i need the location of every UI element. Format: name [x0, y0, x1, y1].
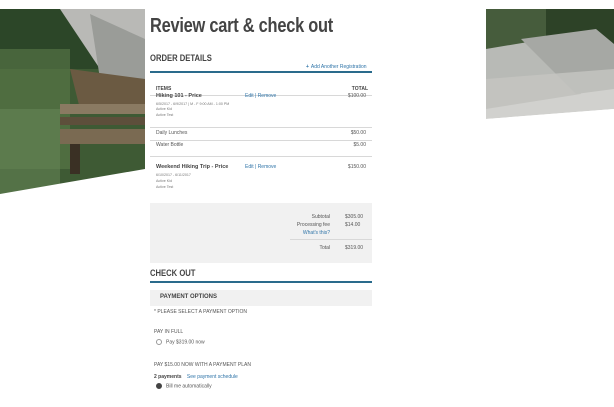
hero-photo-right: [486, 9, 614, 223]
table-divider: [150, 156, 372, 157]
item-participant: Active Kid: [156, 107, 172, 111]
addon-price: $50.00: [350, 130, 366, 136]
payment-options-heading: PAYMENT OPTIONS: [160, 294, 218, 300]
summary-divider: [290, 239, 372, 240]
add-registration-link[interactable]: + Add Another Registration: [306, 64, 367, 70]
item-price: $100.00: [347, 93, 366, 99]
payment-count: 2 payments: [154, 374, 182, 380]
table-divider: [150, 127, 372, 128]
item-price: $150.00: [347, 164, 366, 170]
pay-in-full-option[interactable]: Pay $319.00 now: [156, 339, 205, 345]
item-participant-secondary: Active Test: [156, 185, 174, 189]
total-label: Total: [319, 245, 330, 251]
item-name: Weekend Hiking Trip - Price: [156, 164, 229, 170]
total-value: $319.00: [345, 245, 364, 251]
item-edit-remove-links[interactable]: Edit | Remove: [245, 164, 276, 170]
item-participant-secondary: Active Test: [156, 113, 174, 117]
see-payment-schedule-link[interactable]: See payment schedule: [187, 374, 238, 380]
plus-icon: +: [306, 64, 309, 70]
item-name: Hiking 101 - Price: [156, 93, 202, 99]
table-divider: [150, 140, 372, 141]
processing-fee-label: Processing fee: [296, 222, 330, 228]
radio-button-selected[interactable]: [156, 383, 162, 389]
pay-in-full-heading: PAY IN FULL: [154, 329, 184, 335]
radio-button[interactable]: [156, 339, 162, 345]
payment-plan-heading: PAY $15.00 NOW WITH A PAYMENT PLAN: [154, 362, 251, 368]
bill-automatically-option[interactable]: Bill me automatically: [156, 383, 212, 389]
order-details-rule: [150, 71, 372, 73]
bill-automatically-label: Bill me automatically: [166, 383, 212, 390]
page-title: Review cart & check out: [150, 15, 334, 37]
total-column-header: TOTAL: [351, 86, 368, 92]
addon-price: $5.00: [353, 142, 366, 148]
pay-in-full-label: Pay $319.00 now: [166, 339, 205, 346]
hero-photo-left: [0, 9, 145, 194]
item-dates: 6/10/2017 - 6/11/2017: [156, 173, 191, 177]
subtotal-value: $305.00: [345, 214, 364, 220]
item-participant: Active Kid: [156, 179, 172, 183]
item-edit-remove-links[interactable]: Edit | Remove: [245, 93, 276, 99]
checkout-heading: CHECK OUT: [150, 268, 196, 278]
subtotal-label: Subtotal: [311, 214, 330, 220]
addon-label: Water Bottle: [156, 142, 184, 148]
payment-options-bar: PAYMENT OPTIONS: [150, 290, 372, 306]
payment-plan-row: 2 payments See payment schedule: [154, 374, 238, 380]
select-payment-prompt: * PLEASE SELECT A PAYMENT OPTION: [154, 309, 247, 315]
addon-label: Daily Lunches: [156, 130, 188, 136]
order-summary: Subtotal $305.00 Processing fee $14.00 W…: [150, 203, 372, 263]
checkout-card: Review cart & check out ORDER DETAILS + A…: [145, 9, 486, 407]
order-details-heading: ORDER DETAILS: [150, 53, 212, 63]
whats-this-link[interactable]: What's this?: [270, 230, 330, 236]
checkout-rule: [150, 281, 372, 283]
processing-fee-value: $14.00: [345, 222, 361, 228]
items-column-header: ITEMS: [156, 86, 172, 92]
